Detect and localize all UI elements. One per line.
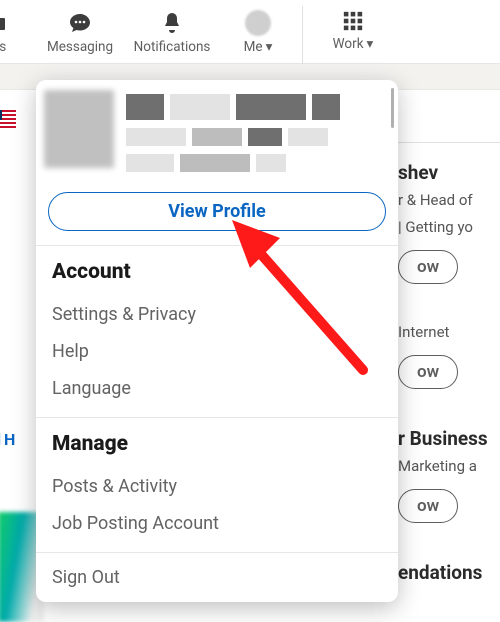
us-flag-icon [0, 110, 16, 128]
nav-label-me: Me▾ [244, 39, 273, 55]
top-nav: obs Messaging Notifications Me▾ [0, 0, 500, 64]
follow-button[interactable]: ow [398, 250, 458, 284]
avatar [44, 90, 114, 168]
caret-down-icon: ▾ [266, 39, 273, 55]
nav-item-notifications[interactable]: Notifications [126, 7, 218, 59]
profile-name-block [126, 90, 386, 180]
scrollbar-thumb[interactable] [391, 88, 394, 128]
nav-item-jobs[interactable]: obs [0, 7, 34, 59]
suggestion-1: shev r & Head of | Getting yo ow [398, 161, 500, 304]
section-header-account: Account [52, 260, 382, 284]
caret-down-icon: ▾ [367, 36, 374, 52]
nav-divider [302, 6, 303, 64]
nav-item-me[interactable]: Me▾ [218, 6, 298, 59]
nav-group-main: obs Messaging Notifications Me▾ [0, 6, 298, 59]
nav-label-work: Work▾ [333, 36, 374, 52]
suggestion-3: r Business Marketing a ow [398, 427, 500, 543]
suggestion-desc: Marketing a [398, 456, 500, 477]
nav-label-jobs: obs [0, 39, 6, 55]
follow-button[interactable]: ow [398, 489, 458, 523]
bell-icon [160, 11, 184, 35]
follow-button[interactable]: ow [398, 355, 458, 389]
nav-label-messaging: Messaging [47, 39, 113, 55]
dropdown-section-manage: Manage Posts & Activity Job Posting Acco… [36, 418, 398, 552]
recommendations-link[interactable]: endations [398, 561, 500, 584]
menu-item-posts-activity[interactable]: Posts & Activity [52, 468, 382, 505]
view-profile-button[interactable]: View Profile [48, 192, 386, 231]
right-sidebar: shev r & Head of | Getting yo ow Interne… [388, 110, 500, 620]
suggestion-2: Internet ow [398, 322, 500, 409]
grid-icon [342, 10, 364, 32]
me-dropdown: View Profile Account Settings & Privacy … [36, 80, 398, 602]
suggestion-desc: Internet [398, 322, 500, 343]
suggestion-name: shev [398, 161, 500, 184]
menu-item-job-posting-account[interactable]: Job Posting Account [52, 505, 382, 542]
briefcase-icon [0, 11, 8, 35]
nav-item-messaging[interactable]: Messaging [34, 7, 126, 59]
suggestion-desc: r & Head of [398, 190, 500, 211]
menu-item-sign-out[interactable]: Sign Out [36, 553, 398, 602]
avatar-icon [245, 10, 271, 36]
dropdown-profile-header[interactable] [36, 80, 398, 188]
suggestion-desc: | Getting yo [398, 217, 500, 238]
menu-item-language[interactable]: Language [52, 370, 382, 407]
nav-label-notifications: Notifications [134, 39, 211, 55]
menu-item-help[interactable]: Help [52, 333, 382, 370]
dropdown-section-account: Account Settings & Privacy Help Language [36, 246, 398, 417]
suggestion-name: r Business [398, 427, 500, 450]
section-header-manage: Manage [52, 432, 382, 456]
speech-bubble-icon [67, 11, 93, 35]
right-sidebar-card: shev r & Head of | Getting yo ow Interne… [394, 142, 500, 584]
nav-item-work[interactable]: Work▾ [311, 6, 395, 56]
menu-item-settings-privacy[interactable]: Settings & Privacy [52, 296, 382, 333]
feed-link-fragment[interactable]: d H [0, 430, 15, 449]
